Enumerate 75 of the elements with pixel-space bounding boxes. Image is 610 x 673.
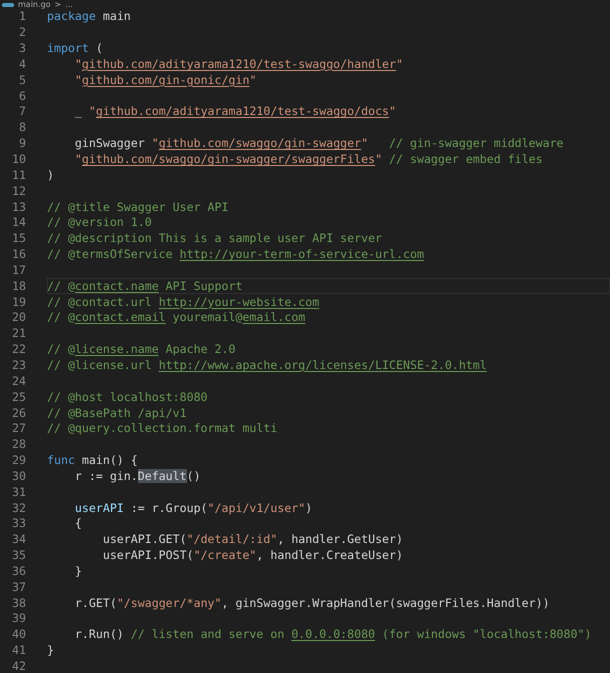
line-number: 42 [11, 659, 26, 673]
code-line: r.GET("/swagger/*any", ginSwagger.WrapHandler(swaggerFiles.Handler)) [74, 596, 550, 611]
line-number: 23 [11, 358, 26, 373]
code-line: r := gin.Default() [74, 468, 201, 484]
line-number: 14 [11, 215, 26, 230]
line-number: 33 [11, 516, 26, 532]
line-number: 27 [11, 421, 26, 436]
code-line: // @contact.email youremail@email.com [47, 310, 306, 326]
code-line: // @title Swagger User API [47, 200, 228, 215]
line-number: 13 [11, 200, 26, 215]
line-number: 39 [11, 611, 26, 626]
line-number: 24 [11, 374, 26, 389]
line-number: 28 [11, 437, 26, 452]
line-number: 38 [11, 596, 26, 611]
line-number: 2 [18, 25, 26, 40]
code-line: userAPI.GET("/detail/:id", handler.GetUser) [102, 532, 403, 548]
code-line: func main() { [47, 453, 138, 468]
breadcrumb-separator: > [54, 0, 62, 9]
code-line: // @license.url http://www.apache.org/licenses/LICENSE-2.0.html [47, 358, 487, 373]
line-number: 41 [11, 643, 26, 658]
line-number: 10 [11, 152, 26, 168]
line-number: 37 [11, 580, 26, 595]
line-number: 36 [11, 564, 26, 579]
code-line: // @contact.name API Support [47, 278, 242, 294]
line-number: 40 [11, 627, 26, 642]
breadcrumb-item[interactable]: ... [65, 0, 73, 9]
code-line: r.Run() // listen and serve on 0.0.0.0:8080 (for windows "localhost:8080") [74, 627, 592, 642]
line-number: 34 [11, 532, 26, 548]
code-line: package main [47, 9, 131, 24]
code-line: ) [47, 168, 54, 183]
line-number: 1 [18, 9, 26, 24]
code-line: // @termsOfService http://your-term-of-service-url.com [47, 247, 424, 262]
code-line: "github.com/gin-gonic/gin" [74, 72, 256, 88]
line-number: 18 [11, 278, 26, 294]
line-number: 16 [11, 247, 26, 262]
line-number: 35 [11, 548, 26, 564]
code-line: ginSwagger "github.com/swaggo/gin-swagger" // gin-swagger middleware [74, 136, 564, 152]
line-number: 25 [11, 390, 26, 405]
line-number: 29 [11, 453, 26, 468]
code-line: import ( [47, 41, 103, 56]
line-number: 31 [11, 484, 26, 500]
line-number: 12 [11, 184, 26, 199]
code-line: // @contact.url http://your-website.com [47, 294, 320, 310]
code-line: // @query.collection.format multi [47, 421, 278, 436]
code-line: "github.com/swaggo/gin-swagger/swaggerFiles" // swagger embed files [74, 152, 543, 168]
line-number: 4 [18, 56, 26, 72]
line-number: 7 [18, 104, 26, 120]
line-number: 15 [11, 231, 26, 246]
line-number: 30 [11, 468, 26, 484]
line-number: 26 [11, 406, 26, 421]
code-line: // @version 1.0 [47, 215, 152, 230]
line-number: 17 [11, 262, 26, 278]
code-line: } [74, 564, 82, 579]
code-line: { [74, 516, 82, 532]
code-line: userAPI := r.Group("/api/v1/user") [74, 500, 312, 516]
line-number: 22 [11, 342, 26, 358]
code-line: // @description This is a sample user API server [47, 231, 382, 246]
code-line: // @host localhost:8080 [47, 390, 208, 405]
code-line: _ "github.com/adityarama1210/test-swaggo/docs" [74, 104, 396, 120]
code-line: "github.com/adityarama1210/test-swaggo/handler" [74, 56, 403, 72]
code-line: userAPI.POST("/create", handler.CreateUser) [102, 548, 404, 564]
line-number: 21 [11, 326, 26, 342]
line-number: 3 [18, 41, 26, 56]
code-line: // @license.name Apache 2.0 [47, 342, 236, 358]
code-line: // @BasePath /api/v1 [47, 406, 187, 421]
line-number: 32 [11, 500, 26, 516]
line-number: 5 [18, 72, 26, 88]
line-number: 6 [18, 88, 26, 104]
line-number: 20 [11, 310, 26, 326]
code-line: } [47, 643, 54, 658]
line-number: 9 [18, 136, 26, 152]
line-number: 8 [18, 120, 26, 136]
line-number: 11 [11, 168, 26, 183]
line-number: 19 [11, 294, 26, 310]
breadcrumb-item[interactable]: main.go [18, 0, 51, 9]
